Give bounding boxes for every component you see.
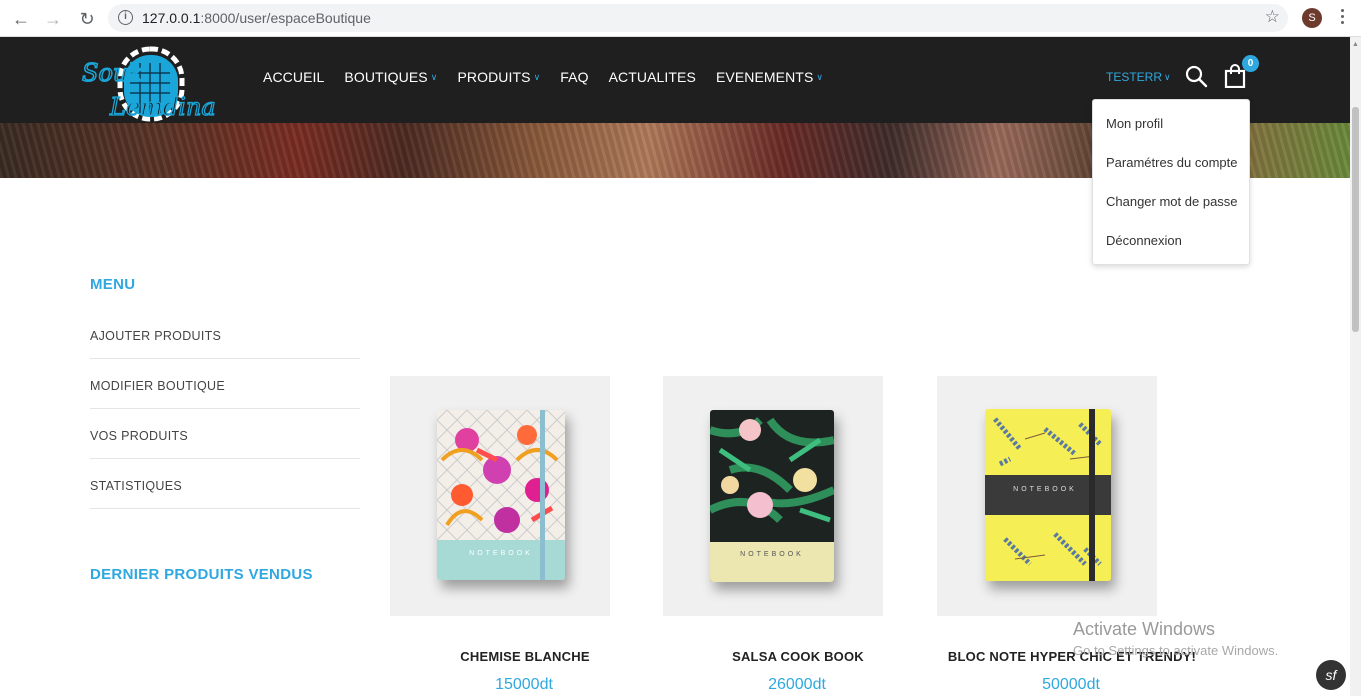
sidebar-menu-title: MENU <box>90 276 136 293</box>
cover-label: NOTEBOOK <box>1013 486 1077 493</box>
cover-label: NOTEBOOK <box>740 551 804 558</box>
nav-item-label[interactable]: ACTUALITES <box>609 69 696 85</box>
nav-item-boutiques[interactable]: BOUTIQUES ∨ <box>344 69 437 85</box>
product-image[interactable]: NOTEBOOK <box>390 376 610 616</box>
menu-item-profile[interactable]: Mon profil <box>1106 116 1163 131</box>
main-nav: ACCUEIL BOUTIQUES ∨ PRODUITS ∨ FAQ ACTUALITES E… <box>263 69 843 85</box>
product-price: 26000dt <box>768 676 826 693</box>
bookmark-star-icon[interactable]: ☆ <box>1265 7 1280 27</box>
browser-toolbar: ← → ↻ i 127.0.0.1:8000/user/espaceBoutiq… <box>0 0 1361 37</box>
product-image[interactable]: NOTEBOOK <box>937 376 1157 616</box>
product-price: 15000dt <box>495 676 553 693</box>
cart-count-badge: 0 <box>1242 55 1259 72</box>
search-icon[interactable] <box>1184 64 1208 88</box>
nav-item-label[interactable]: PRODUITS <box>457 69 530 85</box>
nav-item-label[interactable]: ACCUEIL <box>263 69 324 85</box>
nav-item-label[interactable]: FAQ <box>560 69 588 85</box>
sidebar-item-edit-shop[interactable]: MODIFIER BOUTIQUE <box>90 359 360 409</box>
page-scrollbar[interactable]: ▲ <box>1350 37 1361 696</box>
site-info-icon[interactable]: i <box>118 10 133 25</box>
menu-item-account-settings[interactable]: Paramétres du compte <box>1106 155 1238 170</box>
notebook-feather-cover <box>985 409 1111 581</box>
nav-item-label[interactable]: EVENEMENTS <box>716 69 813 85</box>
forward-icon[interactable]: → <box>42 8 64 30</box>
product-title[interactable]: SALSA COOK BOOK <box>668 649 928 664</box>
cover-label: NOTEBOOK <box>469 550 533 557</box>
user-menu-toggle[interactable]: TESTERR ∨ <box>1106 70 1171 84</box>
product-image[interactable]: NOTEBOOK <box>663 376 883 616</box>
sidebar-item-your-products[interactable]: VOS PRODUITS <box>90 409 360 459</box>
chevron-down-icon: ∨ <box>816 71 824 82</box>
nav-item-label[interactable]: BOUTIQUES <box>344 69 427 85</box>
scroll-thumb[interactable] <box>1352 107 1359 332</box>
svg-text:Souk: Souk <box>82 59 143 87</box>
nav-item-accueil[interactable]: ACCUEIL <box>263 69 324 85</box>
username-label[interactable]: TESTERR <box>1106 70 1162 84</box>
reload-icon[interactable]: ↻ <box>76 8 98 30</box>
user-dropdown-menu: Mon profil Paramétres du compte Changer … <box>1092 99 1250 265</box>
chevron-down-icon: ∨ <box>533 71 541 82</box>
windows-activation-hint: Go to Settings to activate Windows. <box>1073 643 1279 658</box>
souk-lemdina-logo[interactable]: Souk Lemdina <box>80 43 220 123</box>
nav-item-evenements[interactable]: EVENEMENTS ∨ <box>716 69 823 85</box>
svg-text:Lemdina: Lemdina <box>109 93 216 121</box>
address-bar[interactable]: i 127.0.0.1:8000/user/espaceBoutique ☆ <box>108 4 1288 32</box>
windows-activation-watermark: Activate Windows <box>1073 619 1216 639</box>
product-title[interactable]: CHEMISE BLANCHE <box>395 649 655 664</box>
url-text[interactable]: 127.0.0.1:8000/user/espaceBoutique <box>142 10 371 26</box>
symfony-toolbar-icon[interactable]: sf <box>1316 660 1346 690</box>
profile-avatar[interactable]: S <box>1302 8 1322 28</box>
chevron-down-icon: ∨ <box>1164 71 1171 82</box>
sidebar-item-statistics[interactable]: STATISTIQUES <box>90 459 360 509</box>
back-icon[interactable]: ← <box>10 8 32 30</box>
nav-item-produits[interactable]: PRODUITS ∨ <box>457 69 540 85</box>
menu-item-change-password[interactable]: Changer mot de passe <box>1106 194 1238 209</box>
chevron-down-icon: ∨ <box>430 71 438 82</box>
scroll-up-icon[interactable]: ▲ <box>1352 41 1359 48</box>
recent-sales-title: DERNIER PRODUITS VENDUS <box>90 566 313 583</box>
nav-item-faq[interactable]: FAQ <box>560 69 588 85</box>
browser-menu-icon[interactable] <box>1336 6 1348 30</box>
menu-item-logout[interactable]: Déconnexion <box>1106 233 1182 248</box>
sidebar-item-add-products[interactable]: AJOUTER PRODUITS <box>90 309 360 359</box>
nav-item-actualites[interactable]: ACTUALITES <box>609 69 696 85</box>
product-price: 50000dt <box>1042 676 1100 693</box>
